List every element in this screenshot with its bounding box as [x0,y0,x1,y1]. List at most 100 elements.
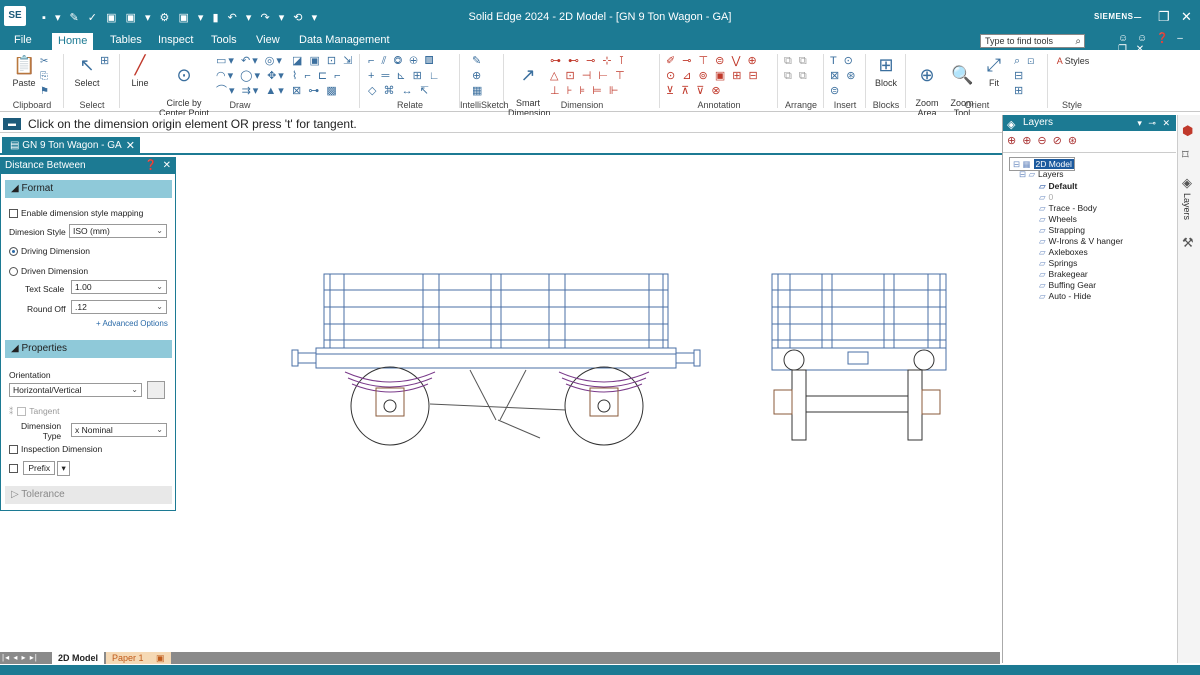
find-tools-input[interactable]: Type to find tools ⌕ [980,34,1085,48]
layer-wheels[interactable]: ▱ Wheels [1039,214,1077,225]
menu-inspect[interactable]: Inspect [158,33,193,50]
styles-button[interactable]: A Styles [1052,56,1094,66]
line-button[interactable]: ╱ Line [126,54,154,88]
panel-header: Distance Between ❓ ✕ [1,158,175,174]
driving-dimension-radio[interactable]: Driving Dimension [9,246,90,257]
insert-icons[interactable]: T ⊙ ⊠ ⊛ ⊜ [830,54,858,99]
end-view-body [771,273,947,371]
draw-extra-icons[interactable]: ◪ ▣ ⊡ ⇲ ⌇ ⌐ ⊏ ⌐ ⊠ ⊶ ▩ [292,54,354,99]
wheels-side [350,366,644,446]
orient-small-icons[interactable]: ⌕ ⊡ ⊟ ⊞ [1014,54,1036,99]
close-panel-icon[interactable]: ✕ [163,158,171,174]
group-dimension: ↗ Smart Dimension ⊶ ⊷ ⊸ ⊹ ⊺ △ ⊡ ⊣ ⊢ ⊤ ⊥ ⊦ … [504,50,660,118]
tolerance-section[interactable]: ▷ Tolerance [5,486,172,504]
zoom-tool-icon: 🔍 [951,65,974,85]
layer-0[interactable]: ▱ 0 [1039,192,1053,203]
dimension-icons[interactable]: ⊶ ⊷ ⊸ ⊹ ⊺ △ ⊡ ⊣ ⊢ ⊤ ⊥ ⊦ ⊧ ⊨ ⊩ [550,54,627,99]
prefix-dropdown[interactable]: ▾ [57,461,70,476]
menu-file[interactable]: File [14,33,32,50]
intellisketch-icons[interactable]: ✎ ⊕ ▦ [472,54,484,99]
search-icon: ⌕ [1075,36,1081,47]
zoom-area-icon: ⊕ [919,65,935,85]
chevron-down-icon: ⌄ [131,385,138,394]
new-sheet-icon[interactable]: ▣ [150,652,171,664]
dimension-type-select[interactable]: x Nominal ⌄ [71,423,167,437]
tree-layers-group[interactable]: ⊟ ▱ Layers [1019,169,1064,180]
prefix-button[interactable]: Prefix [23,461,56,475]
select-options-icon[interactable]: ⊞ [100,54,111,69]
sketch-icon[interactable]: ⌑ [1182,147,1189,163]
layer-default[interactable]: ▱ Default [1039,181,1077,192]
model-icon[interactable]: ⬢ [1182,123,1193,139]
side-view-body [315,273,677,369]
menu-tools[interactable]: Tools [211,33,237,50]
tab-2d-model[interactable]: 2D Model [52,652,105,664]
drawing-canvas[interactable] [178,157,1000,652]
close-icon[interactable]: ✕ [1181,9,1192,25]
orientation-lock-button[interactable] [147,381,165,399]
select-button[interactable]: ↖ Select [70,54,104,88]
arrange-icons[interactable]: ⧉ ⧉ ⧉ ⧉ [784,54,809,84]
minimize-icon[interactable]: – [1134,9,1141,24]
menu-view[interactable]: View [256,33,280,50]
document-tab[interactable]: ▤ GN 9 Ton Wagon - GA ✕ [2,137,140,155]
annotation-icons[interactable]: ✐ ⊸ ⊤ ⊜ ⋁ ⊕ ⊙ ⊿ ⊚ ▣ ⊞ ⊟ ⊻ ⊼ ⊽ ⊗ [666,54,760,99]
layer-buffing-gear[interactable]: ▱ Buffing Gear [1039,280,1096,291]
menu-tables[interactable]: Tables [110,33,142,50]
fit-button[interactable]: ⤢ Fit [982,54,1006,88]
layers-toolbar[interactable]: ⊕⊕⊖⊘⊛ [1003,131,1176,153]
chevron-down-icon: ⌄ [156,302,163,311]
layers-icon: ◈ [1007,119,1016,131]
orientation-select[interactable]: Horizontal/Vertical ⌄ [9,383,142,397]
wagon-drawing [291,273,947,446]
group-annotation: ✐ ⊸ ⊤ ⊜ ⋁ ⊕ ⊙ ⊿ ⊚ ▣ ⊞ ⊟ ⊻ ⊼ ⊽ ⊗ Annotation [660,50,778,112]
menu-data-management[interactable]: Data Management [299,33,390,50]
layers-panel: ◈ Layers ▾ ⊸ ✕ ⊕⊕⊖⊘⊛ ⊟ ▦ 2D Model ⊟ ▱ Laye… [1002,115,1176,663]
prefix-checkbox[interactable] [9,464,18,474]
chevron-down-icon: ⌄ [156,282,163,291]
relate-icons[interactable]: ⌐ ⫽ ◎ ⊕ ▤ + ═ ⊾ ⊞ ∟ ◇ ⌘ ↔ ↸ [368,54,442,99]
paste-button[interactable]: 📋 Paste [10,54,38,88]
layer-springs[interactable]: ▱ Springs [1039,258,1077,269]
layer-trace-body[interactable]: ▱ Trace - Body [1039,203,1097,214]
panel-controls[interactable]: ▾ ⊸ ✕ [1137,115,1172,131]
cursor-icon: ↖ [79,55,95,75]
layer-w-irons[interactable]: ▱ W-Irons & V hanger [1039,236,1123,247]
sheet-tabs: |◂ ◂ ▸ ▸| 2D Model Paper 1 ▣ [0,652,1000,664]
layers-tab-icon[interactable]: ◈ [1182,175,1192,191]
chevron-down-icon: ⌄ [156,425,163,434]
tab-paper-1[interactable]: Paper 1 [106,652,150,664]
layers-side-label[interactable]: Layers [1182,193,1192,220]
layer-brakegear[interactable]: ▱ Brakegear [1039,269,1088,280]
springs-side [344,371,650,393]
tools-icon[interactable]: ⚒ [1182,235,1194,251]
help-icon[interactable]: ❓ [145,158,157,174]
layer-strapping[interactable]: ▱ Strapping [1039,225,1085,236]
advanced-options-link[interactable]: + Advanced Options [96,319,168,328]
text-scale-select[interactable]: 1.00 ⌄ [71,280,167,294]
prompt-bar: ▬ Click on the dimension origin element … [0,115,1002,133]
sheet-nav-arrows[interactable]: |◂ ◂ ▸ ▸| [2,652,38,664]
orientation-label: Orientation [9,370,51,380]
window-title: Solid Edge 2024 - 2D Model - [GN 9 Ton W… [468,11,732,23]
format-section[interactable]: ◢ Format [5,180,172,198]
properties-section[interactable]: ◢ Properties [5,340,172,358]
driven-dimension-radio[interactable]: Driven Dimension [9,266,88,277]
dimension-style-select[interactable]: ISO (mm) ⌄ [69,224,167,238]
draw-small-icons[interactable]: ▭▾ ↶▾ ◎▾ ◠▾ ◯▾ ✥▾ ⌒▾ ⇉▾ ▲▾ [216,54,286,99]
inspection-dimension-checkbox[interactable]: Inspection Dimension [9,444,102,455]
layer-auto-hide[interactable]: ▱ Auto - Hide [1039,291,1091,302]
tangent-checkbox[interactable]: ⁑ Tangent [9,406,60,417]
group-blocks: ⊞ Block Blocks [866,50,906,112]
restore-icon[interactable]: ❐ [1158,9,1170,25]
prefix-row: Prefix ▾ [9,461,70,476]
enable-mapping-checkbox[interactable]: Enable dimension style mapping [9,208,143,219]
document-icon: ▤ [10,140,23,151]
clipboard-small-icons[interactable]: ✂ ⎘ ⚑ [40,54,51,99]
block-button[interactable]: ⊞ Block [870,54,902,88]
close-tab-icon[interactable]: ✕ [126,137,135,155]
menu-home[interactable]: Home [52,33,94,50]
round-off-select[interactable]: .12 ⌄ [71,300,167,314]
layer-axleboxes[interactable]: ▱ Axleboxes [1039,247,1088,258]
layers-header: ◈ Layers ▾ ⊸ ✕ [1003,115,1176,131]
